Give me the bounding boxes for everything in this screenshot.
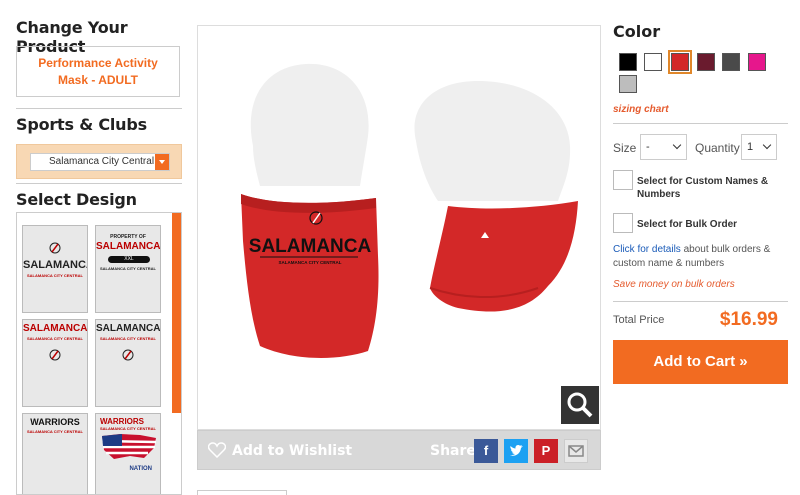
design-scrollbar[interactable]	[172, 213, 181, 413]
add-to-cart-button[interactable]: Add to Cart »	[613, 340, 788, 384]
design-badge: XXL	[108, 256, 150, 263]
chevron-down-icon	[762, 140, 772, 150]
club-selected-value: Salamanca City Central	[49, 156, 155, 167]
quantity-value: 1	[747, 141, 754, 153]
color-swatch-gray[interactable]	[619, 75, 637, 93]
custom-names-label: Select for Custom Names & Numbers	[637, 176, 769, 200]
divider	[16, 183, 182, 184]
design-text: SALAMANCA	[23, 323, 88, 334]
design-thumb[interactable]: SALAMANCA SALAMANCA CITY CENTRAL	[22, 225, 88, 313]
sports-clubs-title: Sports & Clubs	[16, 115, 147, 134]
design-subtext: SALAMANCA CITY CENTRAL	[100, 426, 156, 431]
design-text: SALAMANCA	[96, 241, 161, 252]
club-select[interactable]: Salamanca City Central	[30, 153, 170, 171]
design-thumb[interactable]: SALAMANCA SALAMANCA CITY CENTRAL	[22, 319, 88, 407]
warrior-logo-icon	[122, 349, 134, 361]
bulk-details: Click for details about bulk orders & cu…	[613, 243, 788, 271]
warrior-logo-icon	[49, 242, 61, 254]
bulk-order-label: Select for Bulk Order	[637, 219, 738, 230]
design-subtext: SALAMANCA CITY CENTRAL	[100, 336, 156, 341]
design-pretext: PROPERTY OF	[110, 234, 146, 240]
product-selector[interactable]: Performance Activity Mask - ADULT	[16, 46, 180, 97]
color-swatch-white[interactable]	[644, 53, 662, 71]
mask-print-subtext: SALAMANCA CITY CENTRAL	[279, 260, 342, 265]
save-money-text: Save money on bulk orders	[613, 279, 735, 290]
design-thumb[interactable]: WARRIORS SALAMANCA CITY CENTRAL	[22, 413, 88, 494]
product-image: SALAMANCA SALAMANCA CITY CENTRAL	[197, 25, 601, 430]
chevron-down-icon	[672, 140, 682, 150]
facebook-share-button[interactable]: f	[474, 439, 498, 463]
design-subtext: SALAMANCA CITY CENTRAL	[27, 429, 83, 434]
share-label: Share	[430, 443, 476, 459]
design-text: SALAMANCA	[23, 259, 88, 271]
design-thumb[interactable]: PROPERTY OF SALAMANCA XXL SALAMANCA CITY…	[95, 225, 161, 313]
design-subtext: SALAMANCA CITY CENTRAL	[100, 266, 156, 271]
color-swatch-maroon[interactable]	[697, 53, 715, 71]
pinterest-share-button[interactable]: P	[534, 439, 558, 463]
color-swatch-black[interactable]	[619, 53, 637, 71]
divider	[613, 301, 788, 302]
click-for-details-link[interactable]: Click for details	[613, 244, 681, 255]
quantity-select[interactable]: 1	[741, 134, 777, 160]
wishlist-share-bar: Add to Wishlist Share f P	[197, 430, 601, 470]
color-swatch-charcoal[interactable]	[722, 53, 740, 71]
total-price-label: Total Price	[613, 314, 665, 326]
color-swatch-red[interactable]	[668, 50, 692, 74]
heart-icon[interactable]	[208, 442, 226, 458]
design-text: SALAMANCA	[96, 323, 161, 334]
divider	[613, 123, 788, 124]
usa-flag-map-icon	[101, 434, 157, 459]
warrior-logo-icon	[49, 349, 61, 361]
sizing-chart-link[interactable]: sizing chart	[613, 104, 669, 115]
twitter-bird-icon	[510, 445, 523, 456]
color-swatch-pink[interactable]	[748, 53, 766, 71]
custom-names-checkbox[interactable]	[613, 170, 633, 190]
add-to-wishlist-link[interactable]: Add to Wishlist	[232, 443, 352, 459]
design-thumb[interactable]: WARRIORS SALAMANCA CITY CENTRAL NATION	[95, 413, 161, 494]
mask-print-text: SALAMANCA	[249, 236, 372, 257]
design-text: WARRIORS	[100, 417, 144, 426]
design-subtext: SALAMANCA CITY CENTRAL	[27, 336, 83, 341]
design-grid: SALAMANCA SALAMANCA CITY CENTRAL PROPERT…	[16, 212, 182, 495]
twitter-share-button[interactable]	[504, 439, 528, 463]
mask-illustration: SALAMANCA SALAMANCA CITY CENTRAL	[241, 63, 578, 358]
size-select[interactable]: -	[640, 134, 687, 160]
color-title: Color	[613, 22, 661, 41]
size-label: Size	[613, 141, 637, 155]
size-value: -	[646, 141, 650, 153]
divider	[16, 108, 182, 109]
magnifier-icon	[567, 392, 593, 418]
design-thumb[interactable]: SALAMANCA SALAMANCA CITY CENTRAL	[95, 319, 161, 407]
club-selector-panel: Salamanca City Central	[16, 144, 182, 179]
envelope-icon	[568, 445, 584, 457]
design-tagline: NATION	[129, 466, 152, 472]
chevron-down-icon[interactable]	[155, 154, 169, 170]
zoom-button[interactable]	[561, 386, 599, 424]
select-design-title: Select Design	[16, 190, 137, 209]
email-share-button[interactable]	[564, 439, 588, 463]
bulk-order-checkbox[interactable]	[613, 213, 633, 233]
quantity-label: Quantity	[695, 141, 740, 155]
design-subtext: SALAMANCA CITY CENTRAL	[27, 273, 83, 278]
total-price-value: $16.99	[719, 309, 778, 330]
design-text: WARRIORS	[30, 417, 80, 427]
image-tab[interactable]	[197, 490, 287, 495]
product-name: Performance Activity Mask - ADULT	[38, 55, 158, 87]
